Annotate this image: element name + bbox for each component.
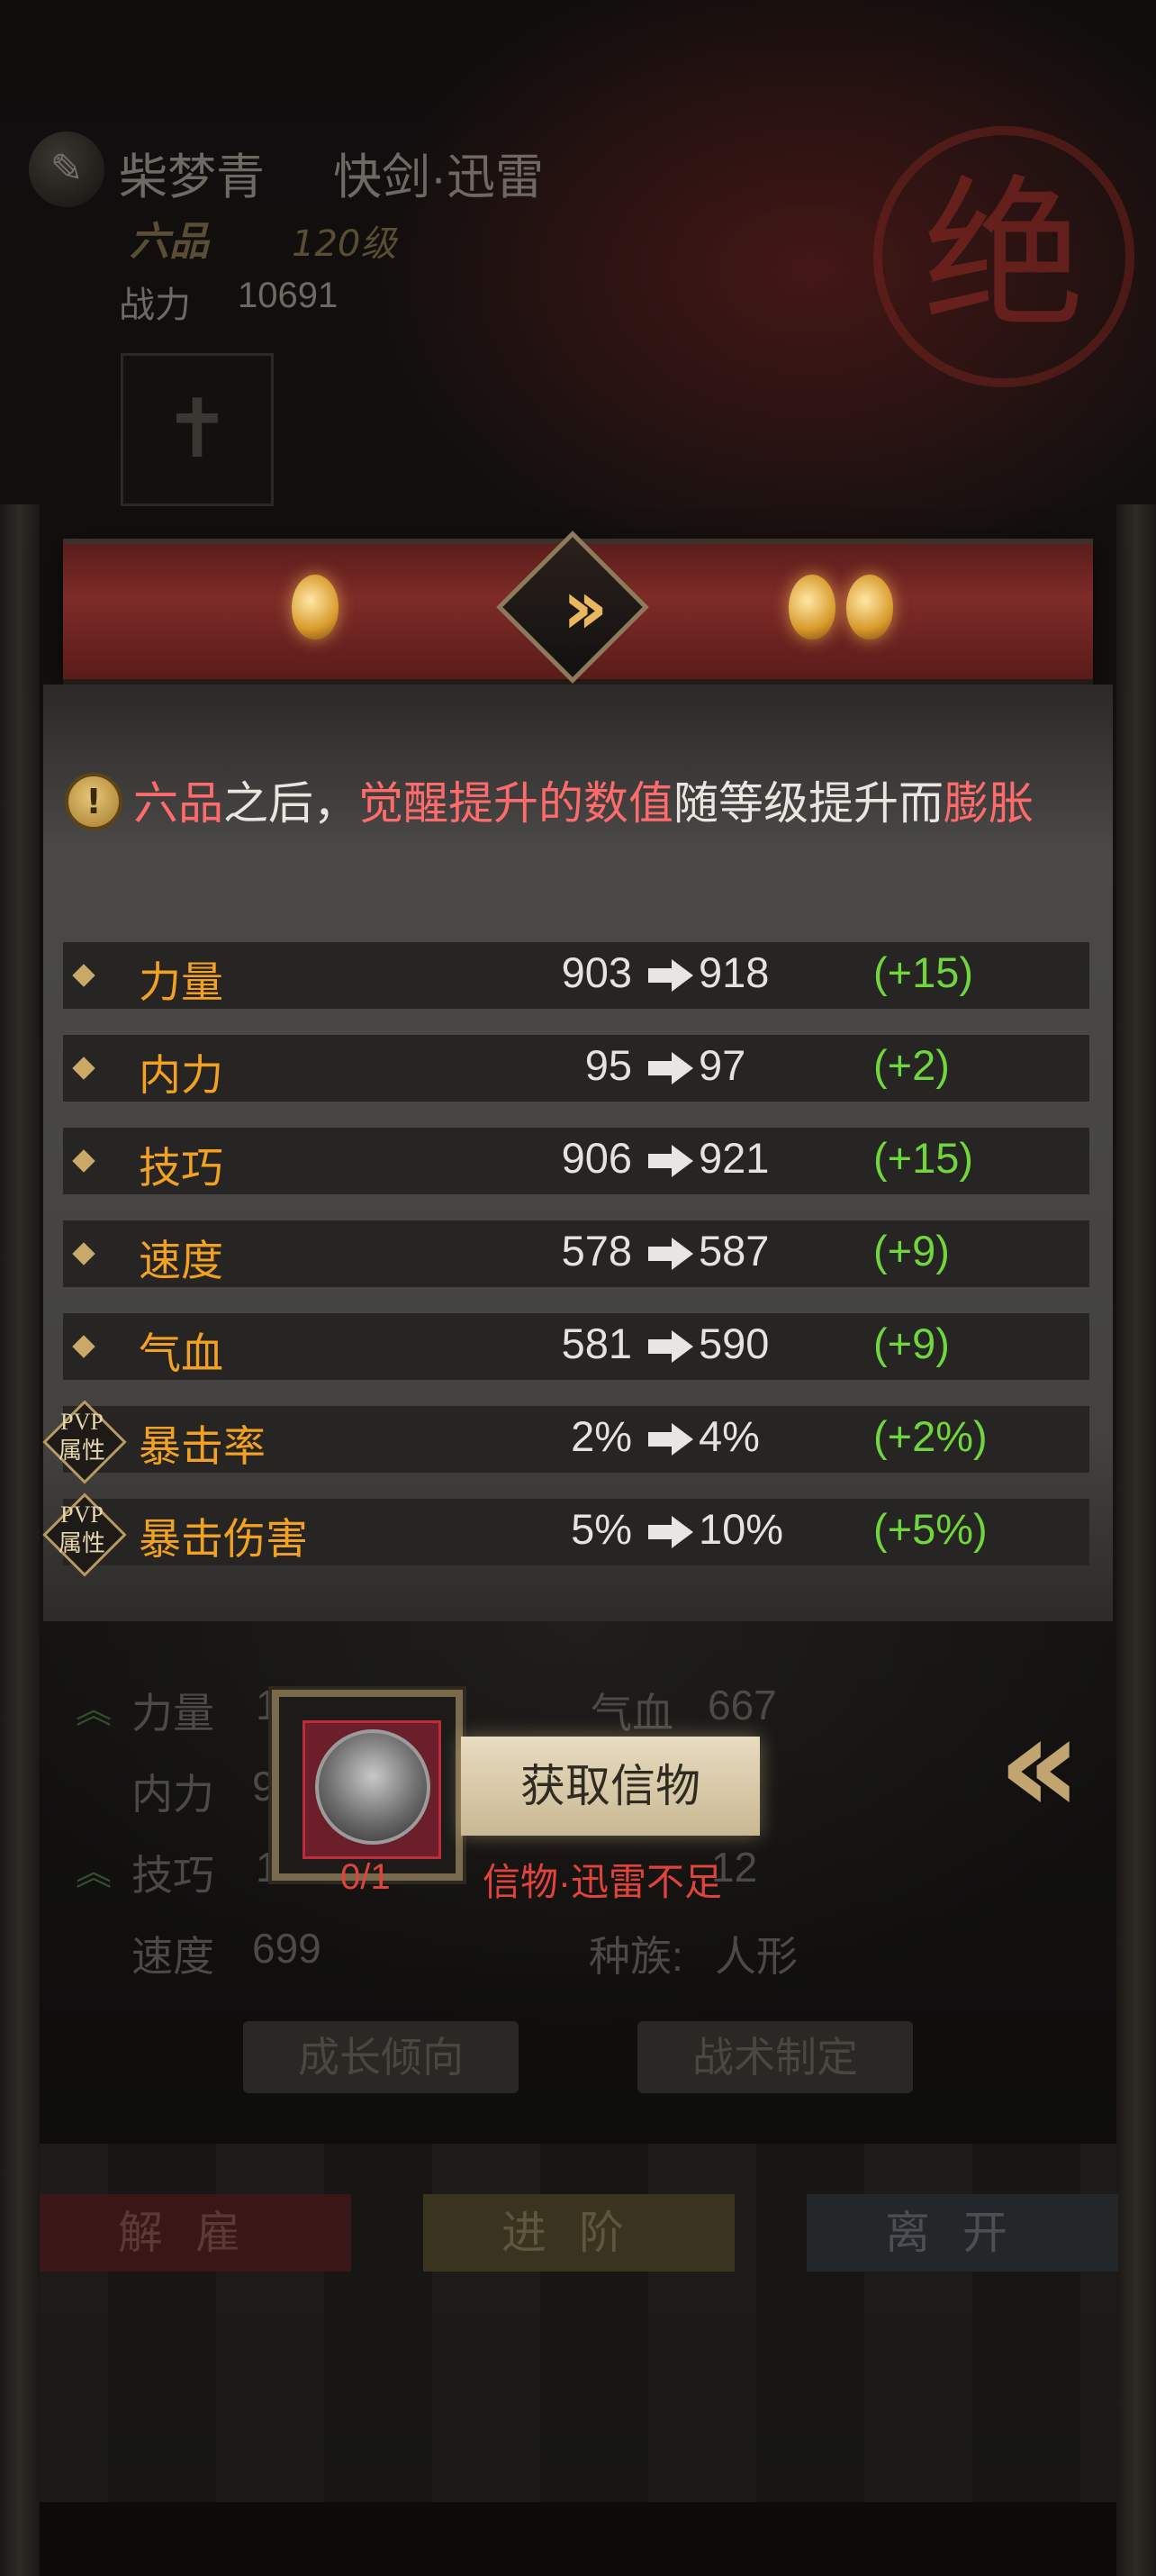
stat-delta: (+9) — [873, 1227, 950, 1274]
stat-new-value: 4% — [699, 1412, 760, 1460]
pvp-badge-text: PVP 属性 — [47, 1408, 117, 1465]
bg-race-value: 人形 — [715, 1933, 798, 1980]
token-insufficient-text: 信物·迅雷不足 — [483, 1861, 722, 1903]
stat-new-value: 587 — [699, 1227, 770, 1274]
stat-new-value: 918 — [699, 948, 770, 996]
cross-icon: ✝ — [163, 382, 231, 476]
stat-name: 气血 — [139, 1329, 223, 1377]
bg-speed-label: 速度 — [131, 1933, 214, 1980]
arrow-right-icon — [648, 1516, 693, 1548]
leave-button[interactable]: 离开 — [807, 2194, 1118, 2272]
arrow-right-icon — [648, 1238, 693, 1270]
stat-old-value: 903 — [561, 948, 632, 996]
stat-delta: (+15) — [873, 1134, 974, 1182]
pvp-badge-line2: 属性 — [58, 1438, 105, 1464]
stat-new-value: 590 — [699, 1320, 770, 1367]
arrow-right-icon — [648, 1423, 693, 1456]
stat-delta: (+9) — [873, 1320, 950, 1367]
stat-name: 内力 — [139, 1051, 223, 1099]
stat-new-value: 921 — [699, 1134, 770, 1182]
awaken-orb-icon — [789, 575, 835, 639]
bg-qixue-value: 667 — [708, 1682, 777, 1728]
stat-new-value: 97 — [699, 1041, 746, 1089]
brush-icon: ✎ — [29, 132, 104, 207]
notice-rank: 六品 — [133, 778, 223, 829]
arrow-right-icon — [648, 959, 693, 992]
power-value: 10691 — [238, 276, 339, 315]
bg-skill-label: 技巧 — [131, 1852, 214, 1899]
stat-name: 暴击率 — [139, 1422, 266, 1470]
stat-name: 暴击伤害 — [139, 1515, 308, 1563]
bg-neili-label: 内力 — [131, 1771, 214, 1818]
pvp-badge-line1: PVP — [60, 1409, 104, 1435]
exclamation-icon: ! — [65, 773, 122, 830]
back-chevron-icon[interactable]: ‹‹ — [936, 1693, 1116, 1837]
get-token-button[interactable]: 获取信物 — [461, 1737, 760, 1836]
arrow-right-icon — [648, 1330, 693, 1363]
arrow-right-icon — [648, 1145, 693, 1177]
bg-strength-label: 力量 — [131, 1690, 214, 1737]
power-label: 战力 — [119, 286, 191, 325]
notice-text: 之后， — [223, 778, 358, 829]
rarity-seal: 绝 — [873, 126, 1134, 387]
stat-old-value: 581 — [561, 1320, 632, 1367]
notice-text: 随等级提升而 — [673, 778, 944, 829]
growth-tendency-button[interactable]: 成长倾向 — [243, 2021, 519, 2093]
notice-highlight: 膨胀 — [944, 778, 1034, 829]
stat-old-value: 95 — [584, 1041, 632, 1089]
stat-delta: (+2) — [873, 1041, 950, 1089]
pvp-badge-icon: PVP 属性 — [42, 1400, 127, 1484]
left-pillar — [0, 504, 40, 2576]
pvp-badge-text: PVP 属性 — [47, 1501, 117, 1558]
tactics-button[interactable]: 战术制定 — [637, 2021, 913, 2093]
pvp-badge-line1: PVP — [60, 1501, 104, 1528]
stat-new-value: 10% — [699, 1505, 784, 1553]
dismiss-button[interactable]: 解雇 — [40, 2194, 351, 2272]
stat-old-value: 578 — [561, 1227, 632, 1274]
notice-highlight: 觉醒提升的数值 — [358, 778, 673, 829]
stat-old-value: 906 — [561, 1134, 632, 1182]
stat-delta: (+15) — [873, 948, 974, 996]
stat-old-value: 5% — [571, 1505, 632, 1553]
bg-speed-value: 699 — [252, 1925, 321, 1972]
stat-name: 速度 — [139, 1237, 223, 1284]
bg-race-label: 种族: — [589, 1933, 683, 1980]
stat-name: 技巧 — [139, 1144, 223, 1192]
stat-delta: (+5%) — [873, 1505, 988, 1553]
advance-button[interactable]: 进阶 — [423, 2194, 735, 2272]
hero-skill: 快剑·迅雷 — [333, 150, 544, 204]
stat-name: 力量 — [139, 958, 223, 1006]
stat-old-value: 2% — [571, 1412, 632, 1460]
upgrade-arrow-icon: ︽ — [76, 1690, 112, 1731]
upgrade-arrow-icon: ︽ — [76, 1852, 112, 1893]
token-count: 0/1 — [340, 1857, 391, 1897]
pvp-badge-icon: PVP 属性 — [42, 1492, 127, 1577]
awaken-orb-icon — [846, 575, 893, 639]
token-avatar-icon — [315, 1729, 430, 1845]
bg-qixue-label: 气血 — [591, 1690, 673, 1737]
equipment-slot[interactable]: ✝ — [121, 353, 274, 506]
level-label: 120级 — [292, 223, 397, 265]
double-chevron-right-icon: ›› — [562, 563, 608, 651]
awaken-notice: 六品之后，觉醒提升的数值随等级提升而膨胀 — [133, 767, 1034, 832]
stat-delta: (+2%) — [873, 1412, 988, 1460]
rank-label: 六品 — [130, 220, 209, 264]
pvp-badge-line2: 属性 — [58, 1530, 105, 1556]
awaken-orb-icon — [292, 575, 339, 639]
hero-name: 柴梦青 — [119, 150, 265, 204]
right-pillar — [1116, 504, 1156, 2576]
arrow-right-icon — [648, 1052, 693, 1084]
